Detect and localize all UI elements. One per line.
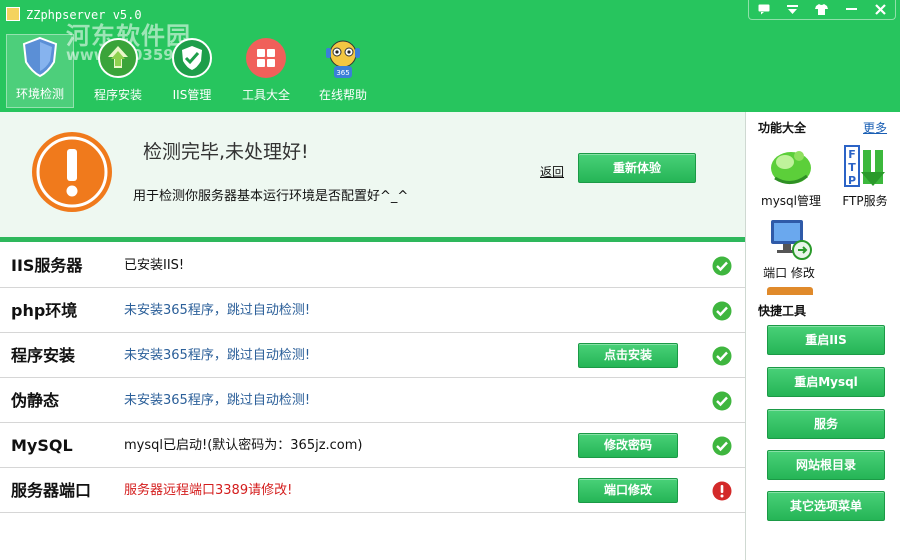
features-title: 功能大全 [758,121,807,135]
feature-label: 端口 修改 [763,266,815,280]
nav-label: 工具大全 [241,88,290,102]
partial-feature-icon [767,287,813,295]
check-ok-icon [712,346,732,366]
status-description: 用于检测你服务器基本运行环境是否配置好^_^ [133,189,409,204]
check-row-install: 程序安装 未安装365程序，跳过自动检测! 点击安装 [0,333,745,378]
change-password-button[interactable]: 修改密码 [578,433,678,458]
shield-icon [18,35,62,79]
row-label: php环境 [11,301,78,320]
skin-icon[interactable] [812,1,832,19]
row-value: 未安装365程序，跳过自动检测! [124,393,311,408]
svg-text:T: T [848,161,856,174]
restart-mysql-button[interactable]: 重启Mysql [767,367,885,397]
check-ok-icon [712,256,732,276]
restart-iis-button[interactable]: 重启IIS [767,325,885,355]
svg-text:F: F [848,148,856,161]
row-value: 服务器远程端口3389请修改! [124,483,293,498]
close-icon[interactable] [870,1,890,19]
minimize-icon[interactable] [841,1,861,19]
check-row-mysql: MySQL mysql已启动!(默认密码为：365jz.com) 修改密码 [0,423,745,468]
feature-label: FTP服务 [842,194,888,208]
window-controls [748,0,896,20]
nav-item-env-check[interactable]: 环境检测 [6,34,74,108]
monitor-port-icon [765,214,813,262]
svg-text:P: P [848,174,856,187]
check-row-rewrite: 伪静态 未安装365程序，跳过自动检测! [0,378,745,423]
feature-label: mysql管理 [761,194,821,208]
mysql-icon [767,142,815,190]
app-logo-icon [6,7,20,21]
row-value: 已安装IIS! [124,258,185,273]
check-row-php: php环境 未安装365程序，跳过自动检测! [0,288,745,333]
status-divider [0,237,745,242]
feature-ftp[interactable]: FTP FTP服务 [838,142,892,209]
web-root-button[interactable]: 网站根目录 [767,450,885,480]
more-link[interactable]: 更多 [863,119,887,136]
row-label: 程序安装 [11,346,76,365]
warning-icon [31,131,113,213]
nav-item-tools[interactable]: 工具大全 [234,36,298,106]
check-ok-icon [712,436,732,456]
comment-icon[interactable] [754,1,774,19]
services-button[interactable]: 服务 [767,409,885,439]
header-bar: ZZphpserver v5.0 河东软件园 www.pc0359.cn 环境检… [0,0,900,112]
feature-port[interactable]: 端口 修改 [760,214,818,281]
nav-label: 环境检测 [15,87,64,101]
row-value: mysql已启动!(默认密码为：365jz.com) [124,438,363,453]
tools-title: 快捷工具 [758,304,807,318]
row-value: 未安装365程序，跳过自动检测! [124,348,311,363]
grid-icon [244,36,288,80]
nav-label: IIS管理 [172,88,212,102]
other-options-button[interactable]: 其它选项菜单 [767,491,885,521]
robot-help-icon: 365 [321,36,365,80]
nav-label: 程序安装 [93,88,142,102]
svg-text:365: 365 [336,69,349,77]
install-button[interactable]: 点击安装 [578,343,678,368]
check-row-port: 服务器端口 服务器远程端口3389请修改! 端口修改 [0,468,745,513]
nav-item-help[interactable]: 365 在线帮助 [310,36,376,106]
feature-mysql[interactable]: mysql管理 [760,142,822,209]
row-label: 伪静态 [11,391,60,410]
minimize-down-icon[interactable] [783,1,803,19]
shield-check-icon [170,36,214,80]
row-label: MySQL [11,436,73,455]
check-ok-icon [712,301,732,321]
row-label: 服务器端口 [11,481,92,500]
retry-button[interactable]: 重新体验 [578,153,696,183]
back-link[interactable]: 返回 [540,163,564,180]
status-title: 检测完毕,未处理好! [143,141,309,163]
nav-label: 在线帮助 [318,88,367,102]
check-ok-icon [712,391,732,411]
error-icon [712,481,732,501]
install-arrow-icon [96,36,140,80]
change-port-button[interactable]: 端口修改 [578,478,678,503]
row-value: 未安装365程序，跳过自动检测! [124,303,311,318]
nav-item-install[interactable]: 程序安装 [86,36,150,106]
ftp-icon: FTP [841,142,889,190]
nav-item-iis[interactable]: IIS管理 [160,36,224,106]
row-label: IIS服务器 [11,256,83,275]
check-row-iis: IIS服务器 已安装IIS! [0,243,745,288]
